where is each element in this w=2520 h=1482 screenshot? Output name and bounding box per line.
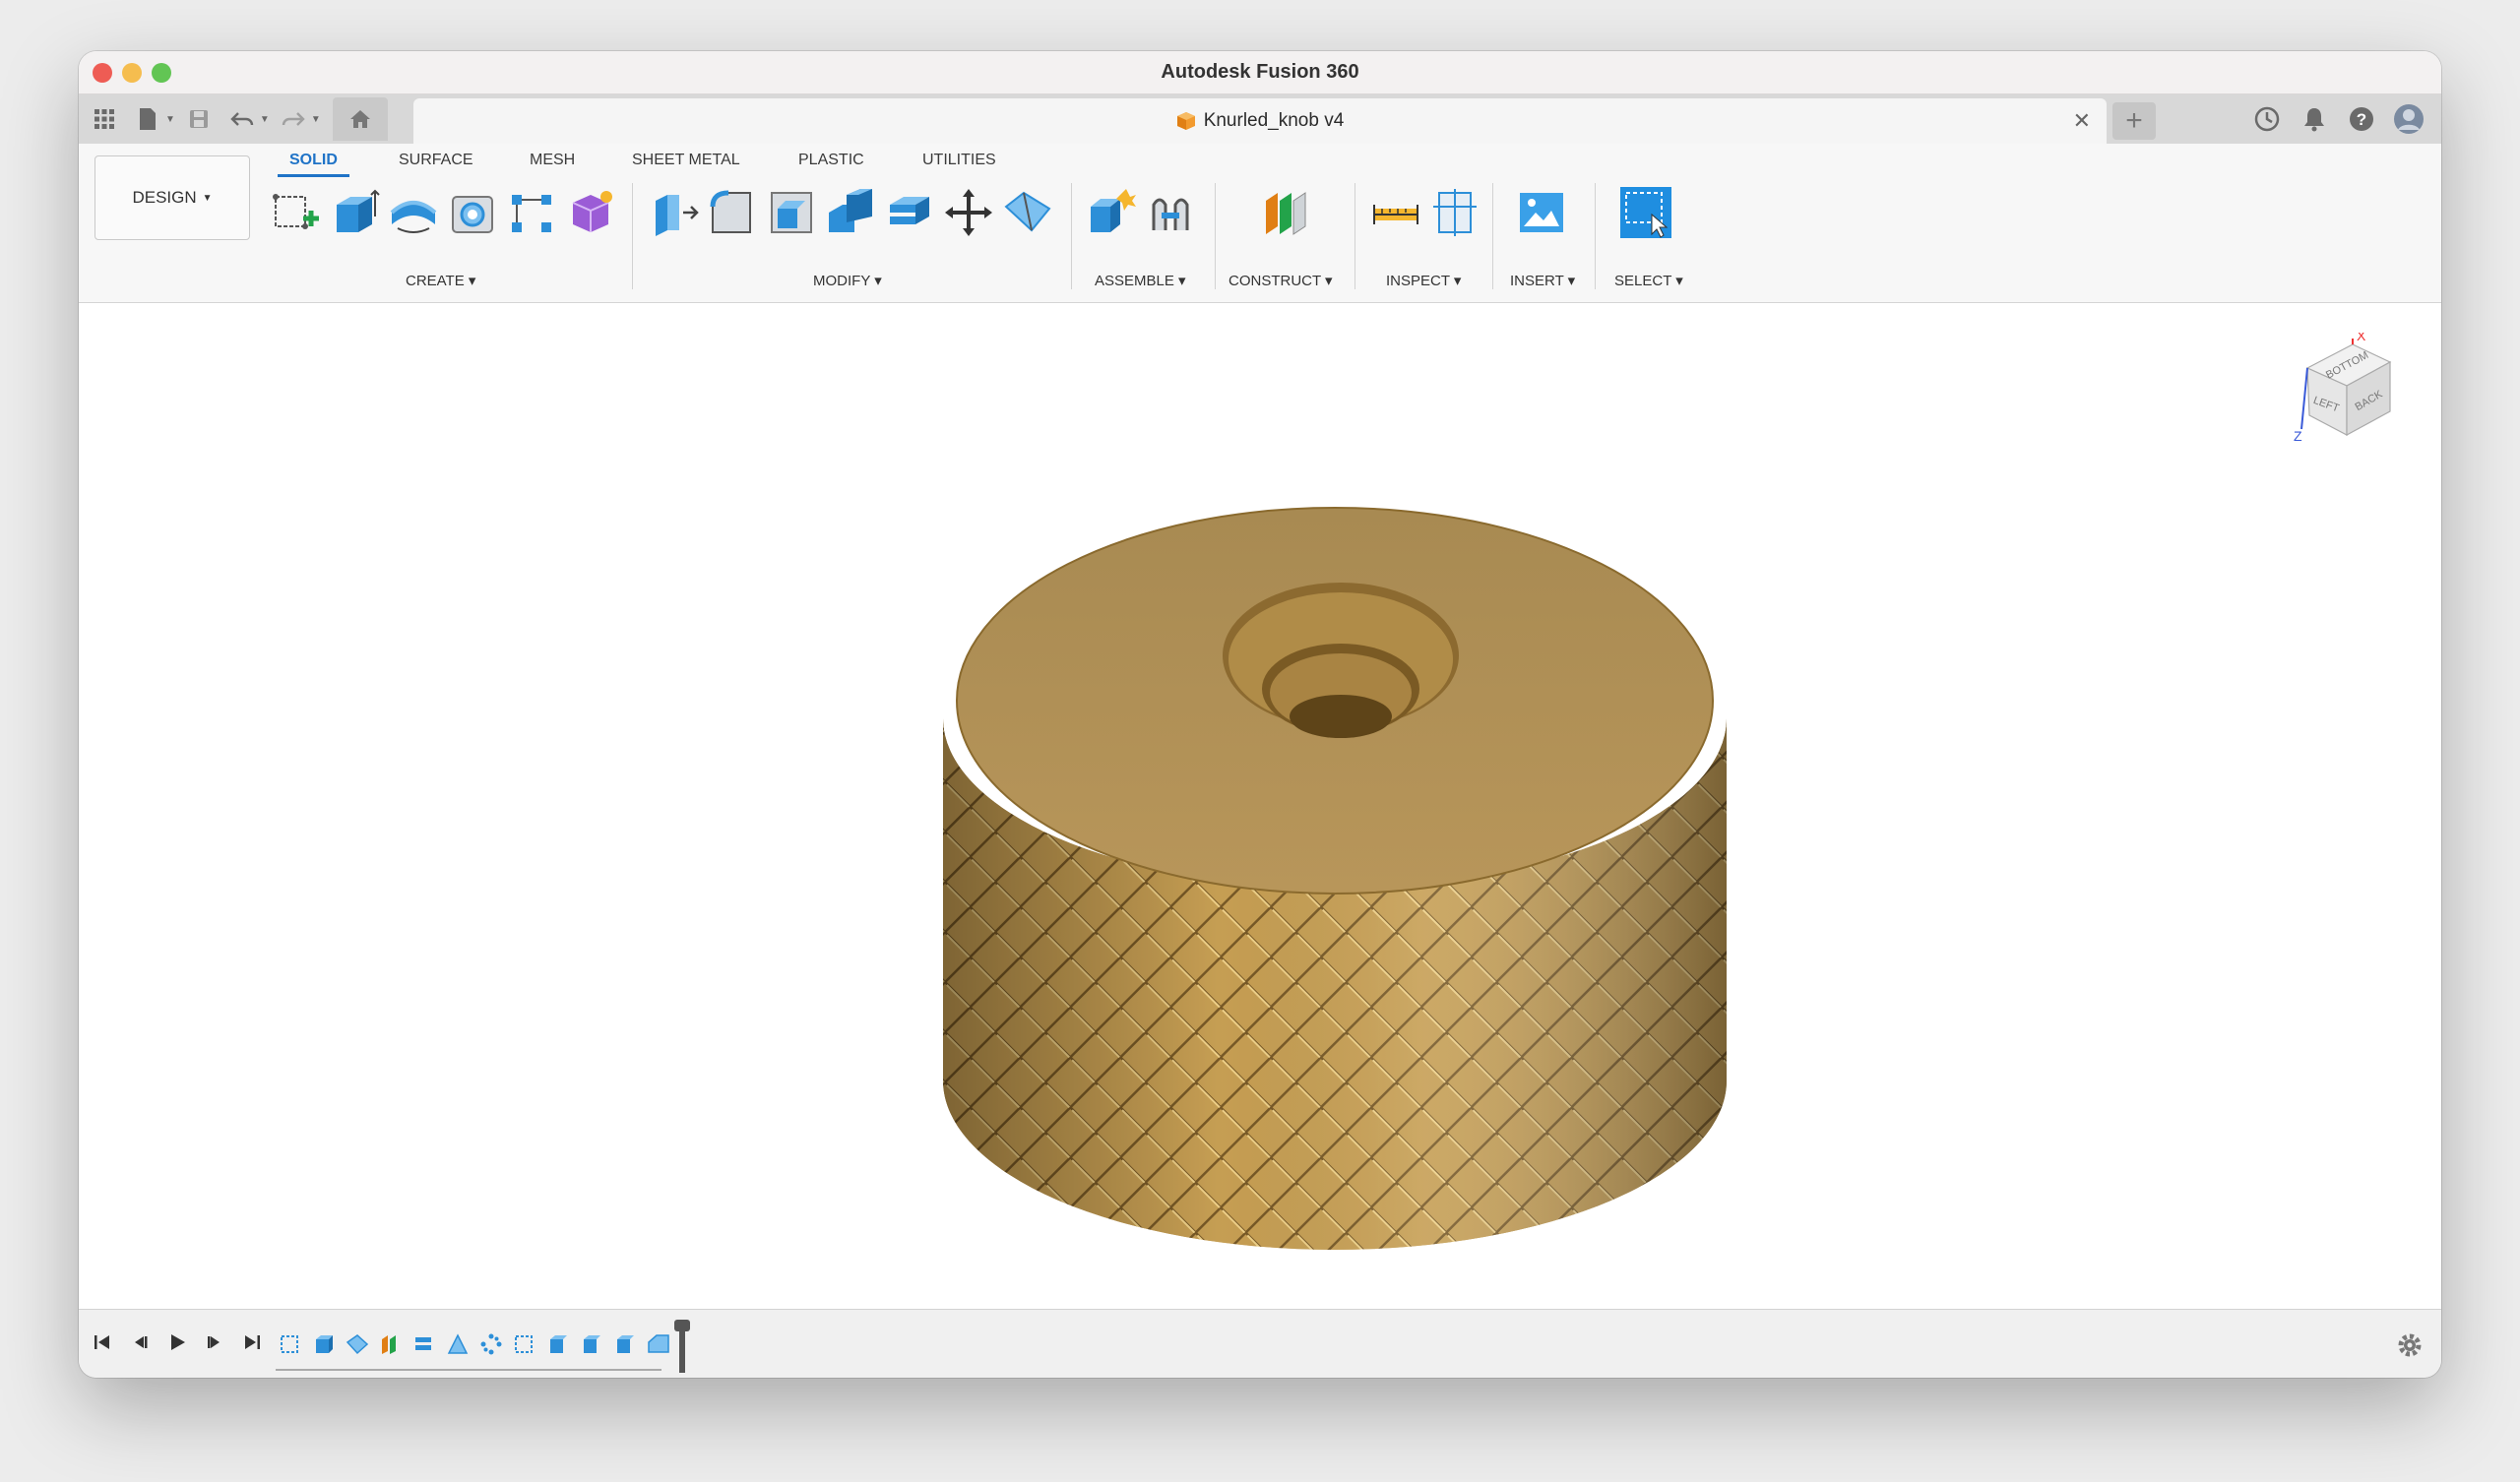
timeline-plane-icon[interactable]: [376, 1329, 406, 1359]
quick-access-toolbar: ▼ ▼ ▼: [79, 97, 388, 141]
user-avatar[interactable]: [2392, 102, 2426, 136]
tab-plastic[interactable]: PLASTIC: [798, 144, 864, 169]
go-to-end-icon[interactable]: [240, 1328, 264, 1357]
create-form-icon[interactable]: [565, 187, 616, 238]
create-sketch-icon[interactable]: [270, 187, 321, 238]
select-group-label[interactable]: SELECT ▾: [1614, 272, 1683, 289]
job-status-icon[interactable]: [2250, 102, 2284, 136]
timeline-offset-icon[interactable]: [410, 1329, 439, 1359]
timeline-extrude-icon[interactable]: [543, 1329, 573, 1359]
inspect-group-label[interactable]: INSPECT ▾: [1386, 272, 1461, 289]
rectangular-pattern-icon[interactable]: [506, 187, 557, 238]
tool-groups: CREATE ▾ MODIFY ▾ ASSEMBLE ▾ CONSTRUCT ▾: [79, 173, 2441, 301]
close-icon[interactable]: ✕: [2073, 108, 2091, 134]
timeline-split-icon[interactable]: [343, 1329, 372, 1359]
timeline-extrude-icon[interactable]: [309, 1329, 339, 1359]
apps-grid-icon[interactable]: [85, 99, 124, 139]
document-tab[interactable]: Knurled_knob v4 ✕: [413, 98, 2107, 144]
chevron-down-icon[interactable]: ▼: [311, 114, 321, 125]
knurled-knob-model[interactable]: [847, 431, 1732, 1267]
insert-image-icon[interactable]: [1516, 187, 1567, 238]
tab-utilities[interactable]: UTILITIES: [922, 144, 996, 169]
help-icon[interactable]: ?: [2345, 102, 2378, 136]
measure-icon[interactable]: [1370, 187, 1421, 238]
z-axis-label: Z: [2294, 428, 2302, 444]
timeline-marker[interactable]: [674, 1320, 690, 1373]
timeline-controls: [91, 1328, 264, 1357]
divider: [1492, 183, 1493, 289]
timeline-features: [276, 1329, 673, 1359]
tab-solid[interactable]: SOLID: [278, 144, 349, 177]
view-cube[interactable]: BOTTOM LEFT BACK X Z: [2288, 333, 2416, 461]
step-forward-icon[interactable]: [203, 1328, 226, 1357]
divider: [1354, 183, 1355, 289]
modify-group-label[interactable]: MODIFY ▾: [813, 272, 882, 289]
minimize-window-button[interactable]: [122, 63, 142, 83]
timeline-sketch-icon[interactable]: [276, 1329, 305, 1359]
home-icon[interactable]: [332, 97, 388, 141]
chamfer-icon[interactable]: [766, 187, 817, 238]
undo-icon[interactable]: [222, 99, 262, 139]
svg-text:?: ?: [2357, 110, 2366, 129]
chevron-down-icon[interactable]: ▼: [165, 114, 175, 125]
section-analysis-icon[interactable]: [1429, 187, 1480, 238]
split-body-icon[interactable]: [1002, 187, 1053, 238]
play-icon[interactable]: [165, 1328, 189, 1357]
x-axis-label: X: [2357, 333, 2366, 343]
go-to-start-icon[interactable]: [91, 1328, 114, 1357]
tab-mesh[interactable]: MESH: [530, 144, 575, 169]
timeline: [79, 1309, 2441, 1378]
close-window-button[interactable]: [93, 63, 112, 83]
step-back-icon[interactable]: [128, 1328, 152, 1357]
design-file-icon: [1176, 112, 1195, 130]
new-component-icon[interactable]: [1087, 187, 1138, 238]
divider: [632, 183, 633, 289]
toolbar-ribbon: DESIGN ▼ SOLID SURFACE MESH SHEET METAL …: [79, 144, 2441, 303]
press-pull-icon[interactable]: [648, 187, 699, 238]
divider: [1071, 183, 1072, 289]
divider: [1595, 183, 1596, 289]
fillet-icon[interactable]: [707, 187, 758, 238]
extrude-icon[interactable]: [329, 187, 380, 238]
select-icon[interactable]: [1620, 187, 1671, 238]
insert-group-label[interactable]: INSERT ▾: [1510, 272, 1575, 289]
tab-sheet-metal[interactable]: SHEET METAL: [632, 144, 740, 169]
notifications-icon[interactable]: [2298, 102, 2331, 136]
combine-icon[interactable]: [825, 187, 876, 238]
app-window: Autodesk Fusion 360 ▼ ▼ ▼ Knurled_knob v…: [79, 51, 2441, 1378]
document-name: Knurled_knob v4: [1203, 110, 1345, 131]
joint-icon[interactable]: [1146, 187, 1197, 238]
hole-icon[interactable]: [447, 187, 498, 238]
move-icon[interactable]: [943, 187, 994, 238]
offset-plane-icon[interactable]: [1260, 187, 1311, 238]
timeline-extrude-icon[interactable]: [610, 1329, 640, 1359]
title-bar: Autodesk Fusion 360: [79, 51, 2441, 94]
file-icon[interactable]: [128, 99, 167, 139]
tab-bar: ▼ ▼ ▼ Knurled_knob v4 ✕ + ?: [79, 94, 2441, 144]
timeline-coil-icon[interactable]: [443, 1329, 472, 1359]
save-icon[interactable]: [179, 99, 219, 139]
new-tab-button[interactable]: +: [2112, 102, 2156, 140]
construct-group-label[interactable]: CONSTRUCT ▾: [1228, 272, 1333, 289]
chevron-down-icon[interactable]: ▼: [260, 114, 270, 125]
viewport-canvas[interactable]: BOTTOM LEFT BACK X Z: [79, 303, 2441, 1360]
redo-icon[interactable]: [274, 99, 313, 139]
window-title: Autodesk Fusion 360: [1161, 61, 1359, 83]
timeline-pattern-icon[interactable]: [476, 1329, 506, 1359]
timeline-extrude-icon[interactable]: [577, 1329, 606, 1359]
revolve-icon[interactable]: [388, 187, 439, 238]
timeline-chamfer-icon[interactable]: [644, 1329, 673, 1359]
header-right-icons: ?: [2250, 102, 2426, 136]
timeline-track[interactable]: [276, 1363, 662, 1371]
gear-icon[interactable]: [2396, 1331, 2424, 1359]
create-group-label[interactable]: CREATE ▾: [406, 272, 475, 289]
assemble-group-label[interactable]: ASSEMBLE ▾: [1095, 272, 1186, 289]
timeline-sketch-icon[interactable]: [510, 1329, 539, 1359]
window-controls: [93, 63, 171, 83]
tab-surface[interactable]: SURFACE: [399, 144, 473, 169]
offset-face-icon[interactable]: [884, 187, 935, 238]
divider: [1215, 183, 1216, 289]
zoom-window-button[interactable]: [152, 63, 171, 83]
